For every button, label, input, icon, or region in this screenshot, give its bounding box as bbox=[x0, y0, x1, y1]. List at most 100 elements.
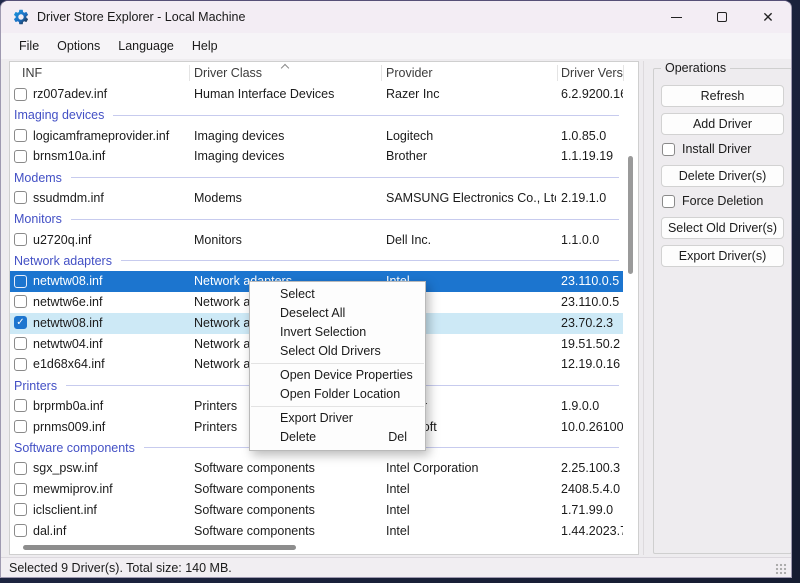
export-driver-s-button[interactable]: Export Driver(s) bbox=[661, 245, 784, 267]
cell-inf: e1d68x64.inf bbox=[33, 357, 105, 372]
group-header[interactable]: Imaging devices bbox=[10, 105, 623, 126]
cell-version: 1.44.2023.71 bbox=[561, 523, 623, 538]
context-menu-item-open-folder-location[interactable]: Open Folder Location bbox=[250, 385, 425, 404]
cell-provider: Brother bbox=[386, 149, 427, 164]
resize-grip-icon[interactable] bbox=[775, 563, 787, 575]
cell-inf: brprmb0a.inf bbox=[33, 398, 104, 413]
cell-inf: rz007adev.inf bbox=[33, 87, 108, 101]
table-row[interactable]: sgx_psw.inf Software components Intel Corp… bbox=[10, 458, 623, 479]
row-checkbox[interactable] bbox=[14, 524, 27, 538]
menu-language[interactable]: Language bbox=[109, 35, 183, 57]
menu-item-label: Export Driver bbox=[280, 411, 353, 425]
group-label: Imaging devices bbox=[14, 108, 105, 123]
row-checkbox[interactable] bbox=[14, 503, 27, 517]
menu-file[interactable]: File bbox=[10, 35, 48, 57]
checkbox-icon bbox=[662, 142, 675, 156]
row-checkbox[interactable] bbox=[14, 191, 27, 205]
column-separator[interactable] bbox=[189, 65, 190, 81]
table-row[interactable]: mewmiprov.inf Software components Intel 240… bbox=[10, 479, 623, 500]
cell-version: 2.25.100.3 bbox=[561, 461, 621, 476]
row-checkbox[interactable] bbox=[14, 461, 27, 475]
app-window: Driver Store Explorer - Local Machine ✕ … bbox=[0, 0, 792, 578]
group-header[interactable]: Modems bbox=[10, 167, 623, 188]
menu-options[interactable]: Options bbox=[48, 35, 109, 57]
context-menu-item-delete[interactable]: Delete Del bbox=[250, 428, 425, 447]
cell-provider: Intel bbox=[386, 502, 410, 517]
group-header[interactable]: Network adapters bbox=[10, 250, 623, 271]
menu-help[interactable]: Help bbox=[183, 35, 227, 57]
context-menu-item-select-old-drivers[interactable]: Select Old Drivers bbox=[250, 342, 425, 361]
status-bar: Selected 9 Driver(s). Total size: 140 MB… bbox=[1, 557, 791, 577]
column-header-provider[interactable]: Provider bbox=[386, 62, 433, 84]
context-menu-item-export-driver[interactable]: Export Driver bbox=[250, 409, 425, 428]
menu-item-label: Open Folder Location bbox=[280, 387, 401, 401]
add-driver-button[interactable]: Add Driver bbox=[661, 113, 784, 135]
cell-version: 1.71.99.0 bbox=[561, 502, 614, 517]
cell-inf: sgx_psw.inf bbox=[33, 461, 98, 476]
checkbox-label: Install Driver bbox=[682, 142, 752, 156]
row-checkbox[interactable] bbox=[14, 233, 27, 247]
context-menu-item-select[interactable]: Select bbox=[250, 285, 425, 304]
row-checkbox-checked[interactable]: ✓ bbox=[14, 316, 27, 330]
operations-controls: Refresh Add Driver Install Driver Delete Dr… bbox=[661, 85, 784, 273]
maximize-button[interactable] bbox=[699, 1, 745, 33]
minimize-icon bbox=[670, 16, 682, 18]
app-gear-icon bbox=[13, 9, 29, 25]
menu-separator bbox=[251, 406, 424, 407]
cell-driver-class: Human Interface Devices bbox=[194, 87, 335, 101]
cell-version: 23.110.0.5 bbox=[561, 274, 620, 289]
context-menu-item-open-device-properties[interactable]: Open Device Properties bbox=[250, 366, 425, 385]
row-checkbox[interactable] bbox=[14, 274, 27, 288]
row-checkbox[interactable] bbox=[14, 337, 27, 351]
table-row[interactable]: u2720q.inf Monitors Dell Inc. 1.1.0.0 bbox=[10, 230, 623, 251]
row-checkbox[interactable] bbox=[14, 357, 27, 371]
column-separator[interactable] bbox=[557, 65, 558, 81]
close-button[interactable]: ✕ bbox=[745, 1, 791, 33]
vertical-scrollbar-thumb[interactable] bbox=[628, 156, 633, 274]
cell-driver-class: Monitors bbox=[194, 232, 242, 247]
row-checkbox[interactable] bbox=[14, 399, 27, 413]
table-row[interactable]: iclsclient.inf Software components Intel 1.… bbox=[10, 500, 623, 521]
maximize-icon bbox=[717, 12, 727, 22]
menu-item-shortcut: Del bbox=[388, 430, 407, 444]
row-checkbox[interactable] bbox=[14, 87, 27, 101]
context-menu-item-invert-selection[interactable]: Invert Selection bbox=[250, 323, 425, 342]
cell-driver-class: Imaging devices bbox=[194, 128, 285, 143]
cell-inf: netwtw6e.inf bbox=[33, 294, 103, 309]
column-header-version[interactable]: Driver Versio bbox=[561, 62, 623, 84]
context-menu-item-deselect-all[interactable]: Deselect All bbox=[250, 304, 425, 323]
cell-inf: prnms009.inf bbox=[33, 419, 106, 434]
refresh-button[interactable]: Refresh bbox=[661, 85, 784, 107]
column-header-class[interactable]: Driver Class bbox=[194, 62, 262, 84]
context-menu: Select Deselect All Invert Selection Select… bbox=[249, 281, 426, 451]
column-separator[interactable] bbox=[623, 65, 624, 81]
group-header[interactable]: Monitors bbox=[10, 209, 623, 230]
horizontal-scrollbar-thumb[interactable] bbox=[23, 545, 296, 550]
table-row[interactable]: logicamframeprovider.inf Imaging devices L… bbox=[10, 126, 623, 147]
cell-driver-class: Imaging devices bbox=[194, 149, 285, 164]
install-driver-checkbox[interactable]: Install Driver bbox=[662, 141, 784, 157]
delete-driver-s-button[interactable]: Delete Driver(s) bbox=[661, 165, 784, 187]
cell-version: 19.51.50.2 bbox=[561, 336, 621, 351]
row-checkbox[interactable] bbox=[14, 420, 27, 434]
table-row[interactable]: brnsm10a.inf Imaging devices Brother 1.1.19… bbox=[10, 146, 623, 167]
row-checkbox[interactable] bbox=[14, 482, 27, 496]
table-row[interactable]: rz007adev.inf Human Interface Devices Raze… bbox=[10, 84, 623, 105]
group-line bbox=[70, 218, 619, 220]
group-label: Printers bbox=[14, 378, 58, 393]
select-old-driver-s-button[interactable]: Select Old Driver(s) bbox=[661, 217, 784, 239]
row-checkbox[interactable] bbox=[14, 295, 27, 309]
table-row[interactable]: ssudmdm.inf Modems SAMSUNG Electronics Co.… bbox=[10, 188, 623, 209]
row-checkbox[interactable] bbox=[14, 129, 27, 143]
cell-inf: u2720q.inf bbox=[33, 232, 92, 247]
cell-driver-class: Software components bbox=[194, 482, 315, 497]
row-checkbox[interactable] bbox=[14, 149, 27, 163]
cell-provider: Intel bbox=[386, 482, 410, 497]
column-header-inf[interactable]: INF bbox=[22, 62, 42, 84]
cell-provider: Logitech bbox=[386, 128, 434, 143]
column-separator[interactable] bbox=[381, 65, 382, 81]
force-deletion-checkbox[interactable]: Force Deletion bbox=[662, 193, 784, 209]
table-row[interactable]: dal.inf Software components Intel 1.44.2023… bbox=[10, 521, 623, 542]
minimize-button[interactable] bbox=[653, 1, 699, 33]
window-title: Driver Store Explorer - Local Machine bbox=[37, 10, 246, 24]
